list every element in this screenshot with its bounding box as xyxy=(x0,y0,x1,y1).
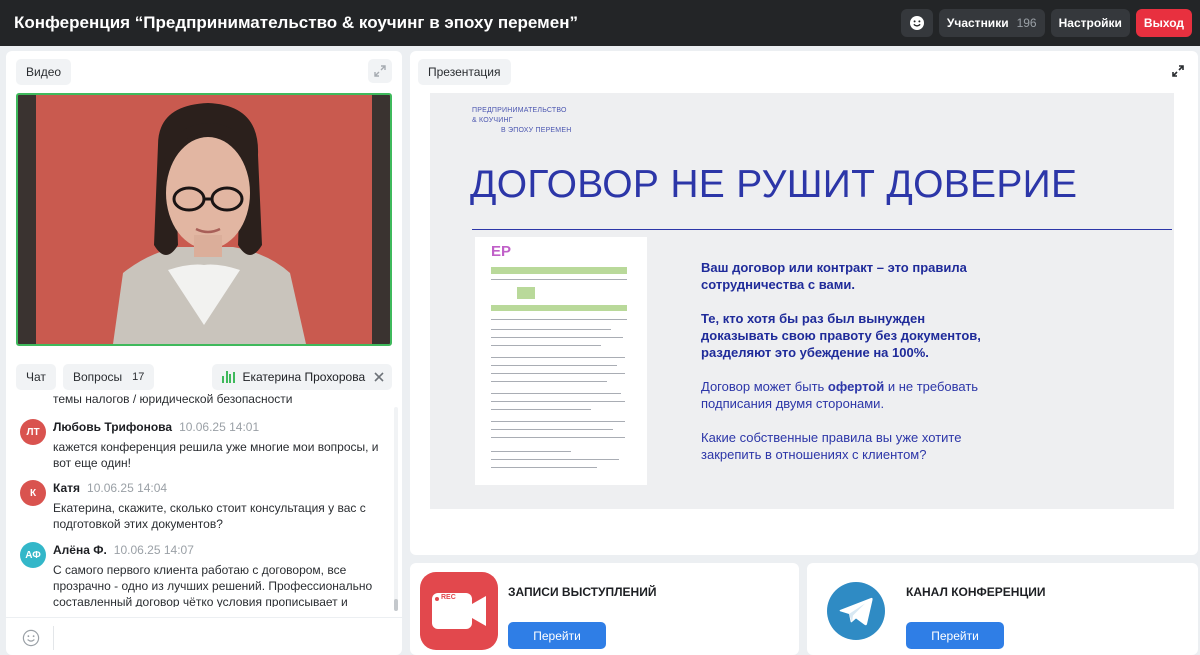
para3-text: Договор может быть xyxy=(701,379,828,394)
expand-icon xyxy=(1172,65,1184,77)
document-logo: EP xyxy=(491,243,512,260)
emoji-icon[interactable] xyxy=(22,629,40,647)
questions-count: 17 xyxy=(132,371,145,383)
video-chat-panel: Видео Чат Вопросы 17 Екатерина Прохорова… xyxy=(6,51,402,655)
message-time: 10.06.25 14:01 xyxy=(179,420,260,434)
channel-go-button[interactable]: Перейти xyxy=(906,622,1004,649)
recordings-card: REC ЗАПИСИ ВЫСТУПЛЕНИЙ Перейти xyxy=(410,563,799,655)
message-text: Екатерина, скажите, сколько стоит консул… xyxy=(53,501,366,531)
chat-message-list[interactable]: темы налогов / юридической безопасности … xyxy=(6,391,394,607)
avatar: АФ xyxy=(20,542,46,568)
rec-badge: REC xyxy=(441,594,456,601)
recordings-label: ЗАПИСИ ВЫСТУПЛЕНИЙ xyxy=(508,585,657,599)
participants-label: Участники xyxy=(946,16,1009,30)
contract-document-image: EP xyxy=(475,237,647,485)
active-speaker: Екатерина Прохорова xyxy=(212,364,376,390)
audio-level-icon xyxy=(222,371,235,383)
message-text: С самого первого клиента работаю с догов… xyxy=(53,563,373,607)
speaker-name: Екатерина Прохорова xyxy=(242,370,366,384)
presentation-panel: Презентация ПРЕДПРИНИМАТЕЛЬСТВО & КОУЧИН… xyxy=(410,51,1198,555)
chat-message: ЛТ Любовь Трифонова 10.06.25 14:01 кажетс… xyxy=(20,419,390,471)
channel-card: КАНАЛ КОНФЕРЕНЦИИ Перейти xyxy=(807,563,1198,655)
expand-icon xyxy=(374,65,386,77)
channel-label: КАНАЛ КОНФЕРЕНЦИИ xyxy=(906,585,1046,599)
conference-title: Конференция “Предпринимательство & коучи… xyxy=(14,13,578,32)
speaker-video[interactable] xyxy=(16,93,392,346)
previous-message-tail: темы налогов / юридической безопасности xyxy=(53,392,293,406)
recordings-icon: REC xyxy=(420,572,498,655)
chat-message: АФ Алёна Ф. 10.06.25 14:07 С самого перво… xyxy=(20,542,390,607)
message-time: 10.06.25 14:07 xyxy=(113,543,194,557)
brand-line: ПРЕДПРИНИМАТЕЛЬСТВО xyxy=(472,107,567,114)
slide-paragraph-2: Те, кто хотя бы раз был вынужден доказыв… xyxy=(701,311,981,360)
composer-divider xyxy=(53,626,54,650)
avatar: К xyxy=(20,480,46,506)
avatar: ЛТ xyxy=(20,419,46,445)
tab-questions-label: Вопросы xyxy=(73,370,123,384)
message-author: Любовь Трифонова xyxy=(53,420,173,434)
participants-button[interactable]: Участники 196 xyxy=(938,9,1045,37)
close-icon xyxy=(374,372,384,382)
presentation-label: Презентация xyxy=(418,59,511,85)
reactions-button[interactable] xyxy=(900,9,933,37)
video-expand-button[interactable] xyxy=(368,59,392,83)
slide-brand: ПРЕДПРИНИМАТЕЛЬСТВО & КОУЧИНГ В ЭПОХУ ПЕ… xyxy=(472,106,571,136)
brand-line: В ЭПОХУ ПЕРЕМЕН xyxy=(501,127,572,134)
video-label: Видео xyxy=(16,59,72,85)
brand-line: & КОУЧИНГ xyxy=(472,117,513,124)
message-text: кажется конференция решила уже многие мо… xyxy=(53,440,379,470)
message-composer[interactable] xyxy=(6,617,402,655)
slide-paragraph-3: Договор может быть офертой и не требоват… xyxy=(701,378,1001,412)
smile-icon xyxy=(909,16,924,30)
recordings-go-button[interactable]: Перейти xyxy=(508,622,606,649)
slide-paragraph-4: Какие собственные правила вы уже хотите … xyxy=(701,430,962,462)
presentation-expand-button[interactable] xyxy=(1166,59,1190,83)
slide-divider xyxy=(472,229,1172,230)
participants-count: 196 xyxy=(1016,16,1037,30)
settings-button[interactable]: Настройки xyxy=(1050,9,1130,37)
presentation-slide: ПРЕДПРИНИМАТЕЛЬСТВО & КОУЧИНГ В ЭПОХУ ПЕ… xyxy=(430,93,1174,509)
message-author: Катя xyxy=(53,481,81,495)
message-time: 10.06.25 14:04 xyxy=(87,481,168,495)
close-chat-button[interactable] xyxy=(366,364,392,390)
chat-tabs: Чат Вопросы 17 Екатерина Прохорова xyxy=(16,364,392,390)
top-bar: Конференция “Предпринимательство & коучи… xyxy=(0,0,1200,46)
para3-emphasis: офертой xyxy=(827,379,885,394)
tab-questions[interactable]: Вопросы 17 xyxy=(63,364,155,390)
speaker-portrait xyxy=(18,95,390,344)
message-author: Алёна Ф. xyxy=(53,543,107,557)
tab-chat[interactable]: Чат xyxy=(16,364,56,390)
telegram-icon xyxy=(827,582,885,645)
chat-scrollbar[interactable] xyxy=(394,407,398,611)
slide-headline: ДОГОВОР НЕ РУШИТ ДОВЕРИЕ xyxy=(470,163,1078,206)
chat-message: К Катя 10.06.25 14:04 Екатерина, скажите,… xyxy=(20,480,390,532)
exit-button[interactable]: Выход xyxy=(1135,9,1192,37)
slide-paragraph-1: Ваш договор или контракт – это правила с… xyxy=(701,260,967,292)
